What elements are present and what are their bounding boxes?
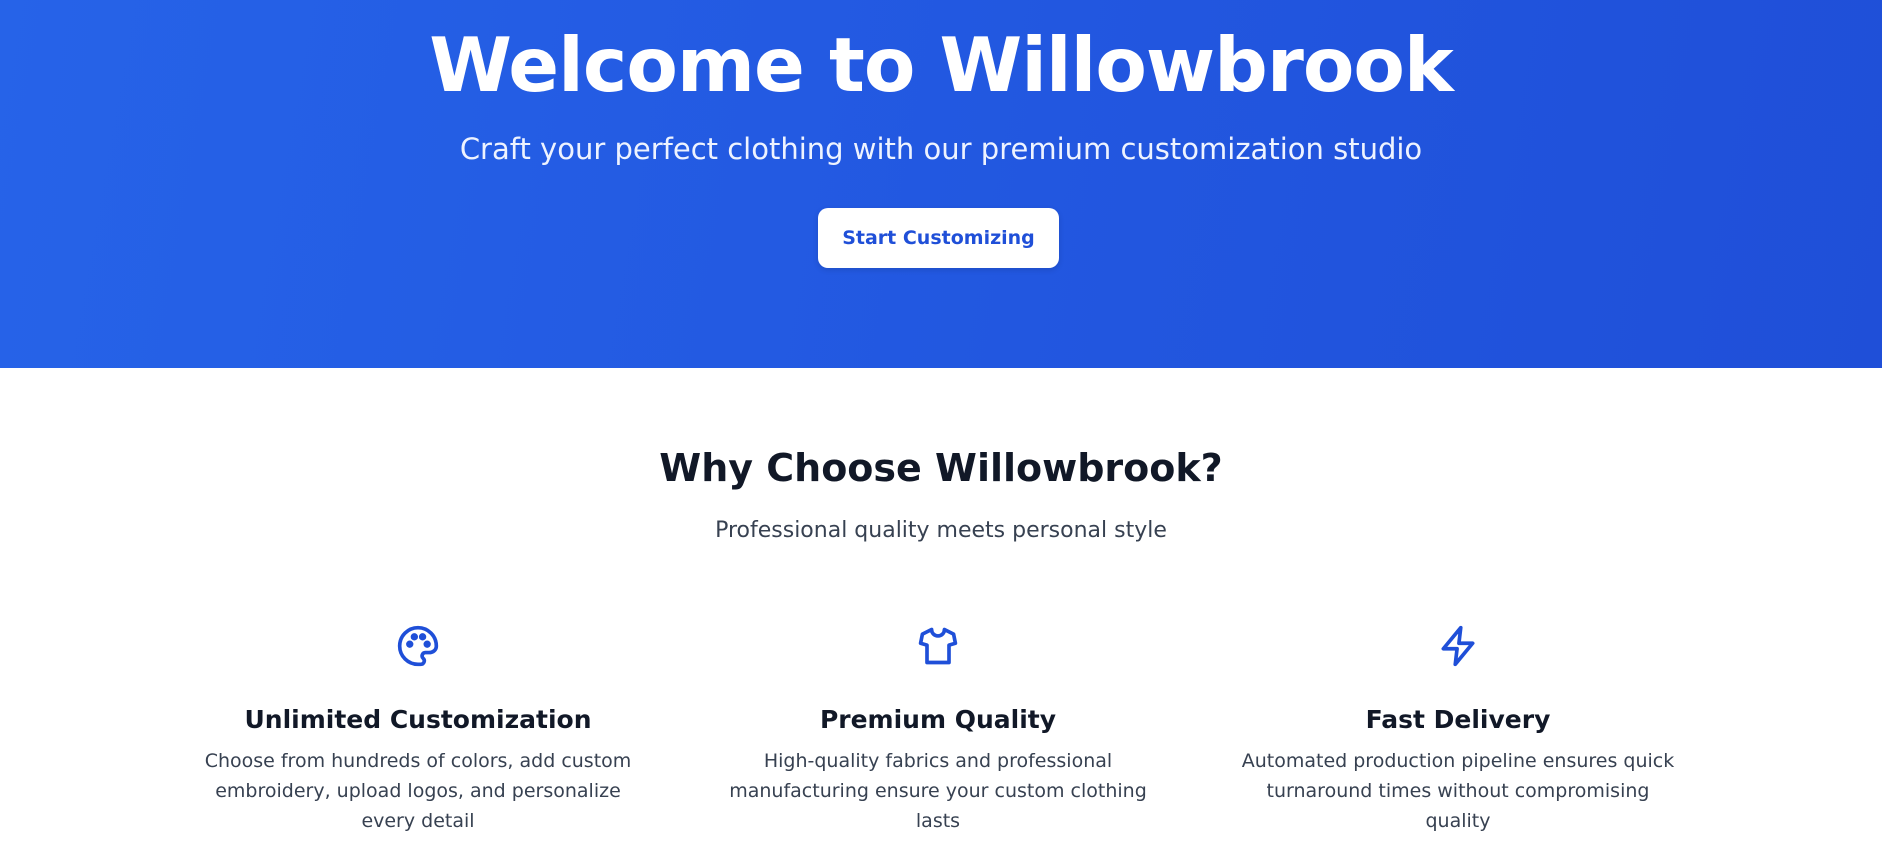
shirt-icon (916, 624, 960, 668)
feature-description: Choose from hundreds of colors, add cust… (204, 750, 632, 832)
feature-title: Fast Delivery (1365, 705, 1551, 734)
feature-title: Premium Quality (819, 705, 1057, 734)
hero-subtitle: Craft your perfect clothing with our pre… (459, 132, 1423, 166)
feature-description: Automated production pipeline ensures qu… (1241, 750, 1675, 832)
features-title: Why Choose Willowbrook? (659, 446, 1223, 490)
hero-section: Welcome to Willowbrook Craft your perfec… (0, 0, 1882, 368)
start-customizing-button[interactable]: Start Customizing (818, 208, 1059, 268)
lightning-icon (1436, 624, 1480, 668)
feature-card-delivery: Fast Delivery Automated production pipel… (1228, 624, 1688, 836)
palette-icon (396, 624, 440, 668)
feature-card-quality: Premium Quality High-quality fabrics and… (708, 624, 1168, 836)
feature-description: High-quality fabrics and professional ma… (729, 750, 1147, 832)
feature-title: Unlimited Customization (244, 705, 592, 734)
features-subtitle: Professional quality meets personal styl… (715, 518, 1167, 543)
landing-page: Welcome to Willowbrook Craft your perfec… (0, 0, 1882, 863)
hero-title: Welcome to Willowbrook (429, 21, 1454, 109)
feature-card-customization: Unlimited Customization Choose from hund… (188, 624, 648, 836)
